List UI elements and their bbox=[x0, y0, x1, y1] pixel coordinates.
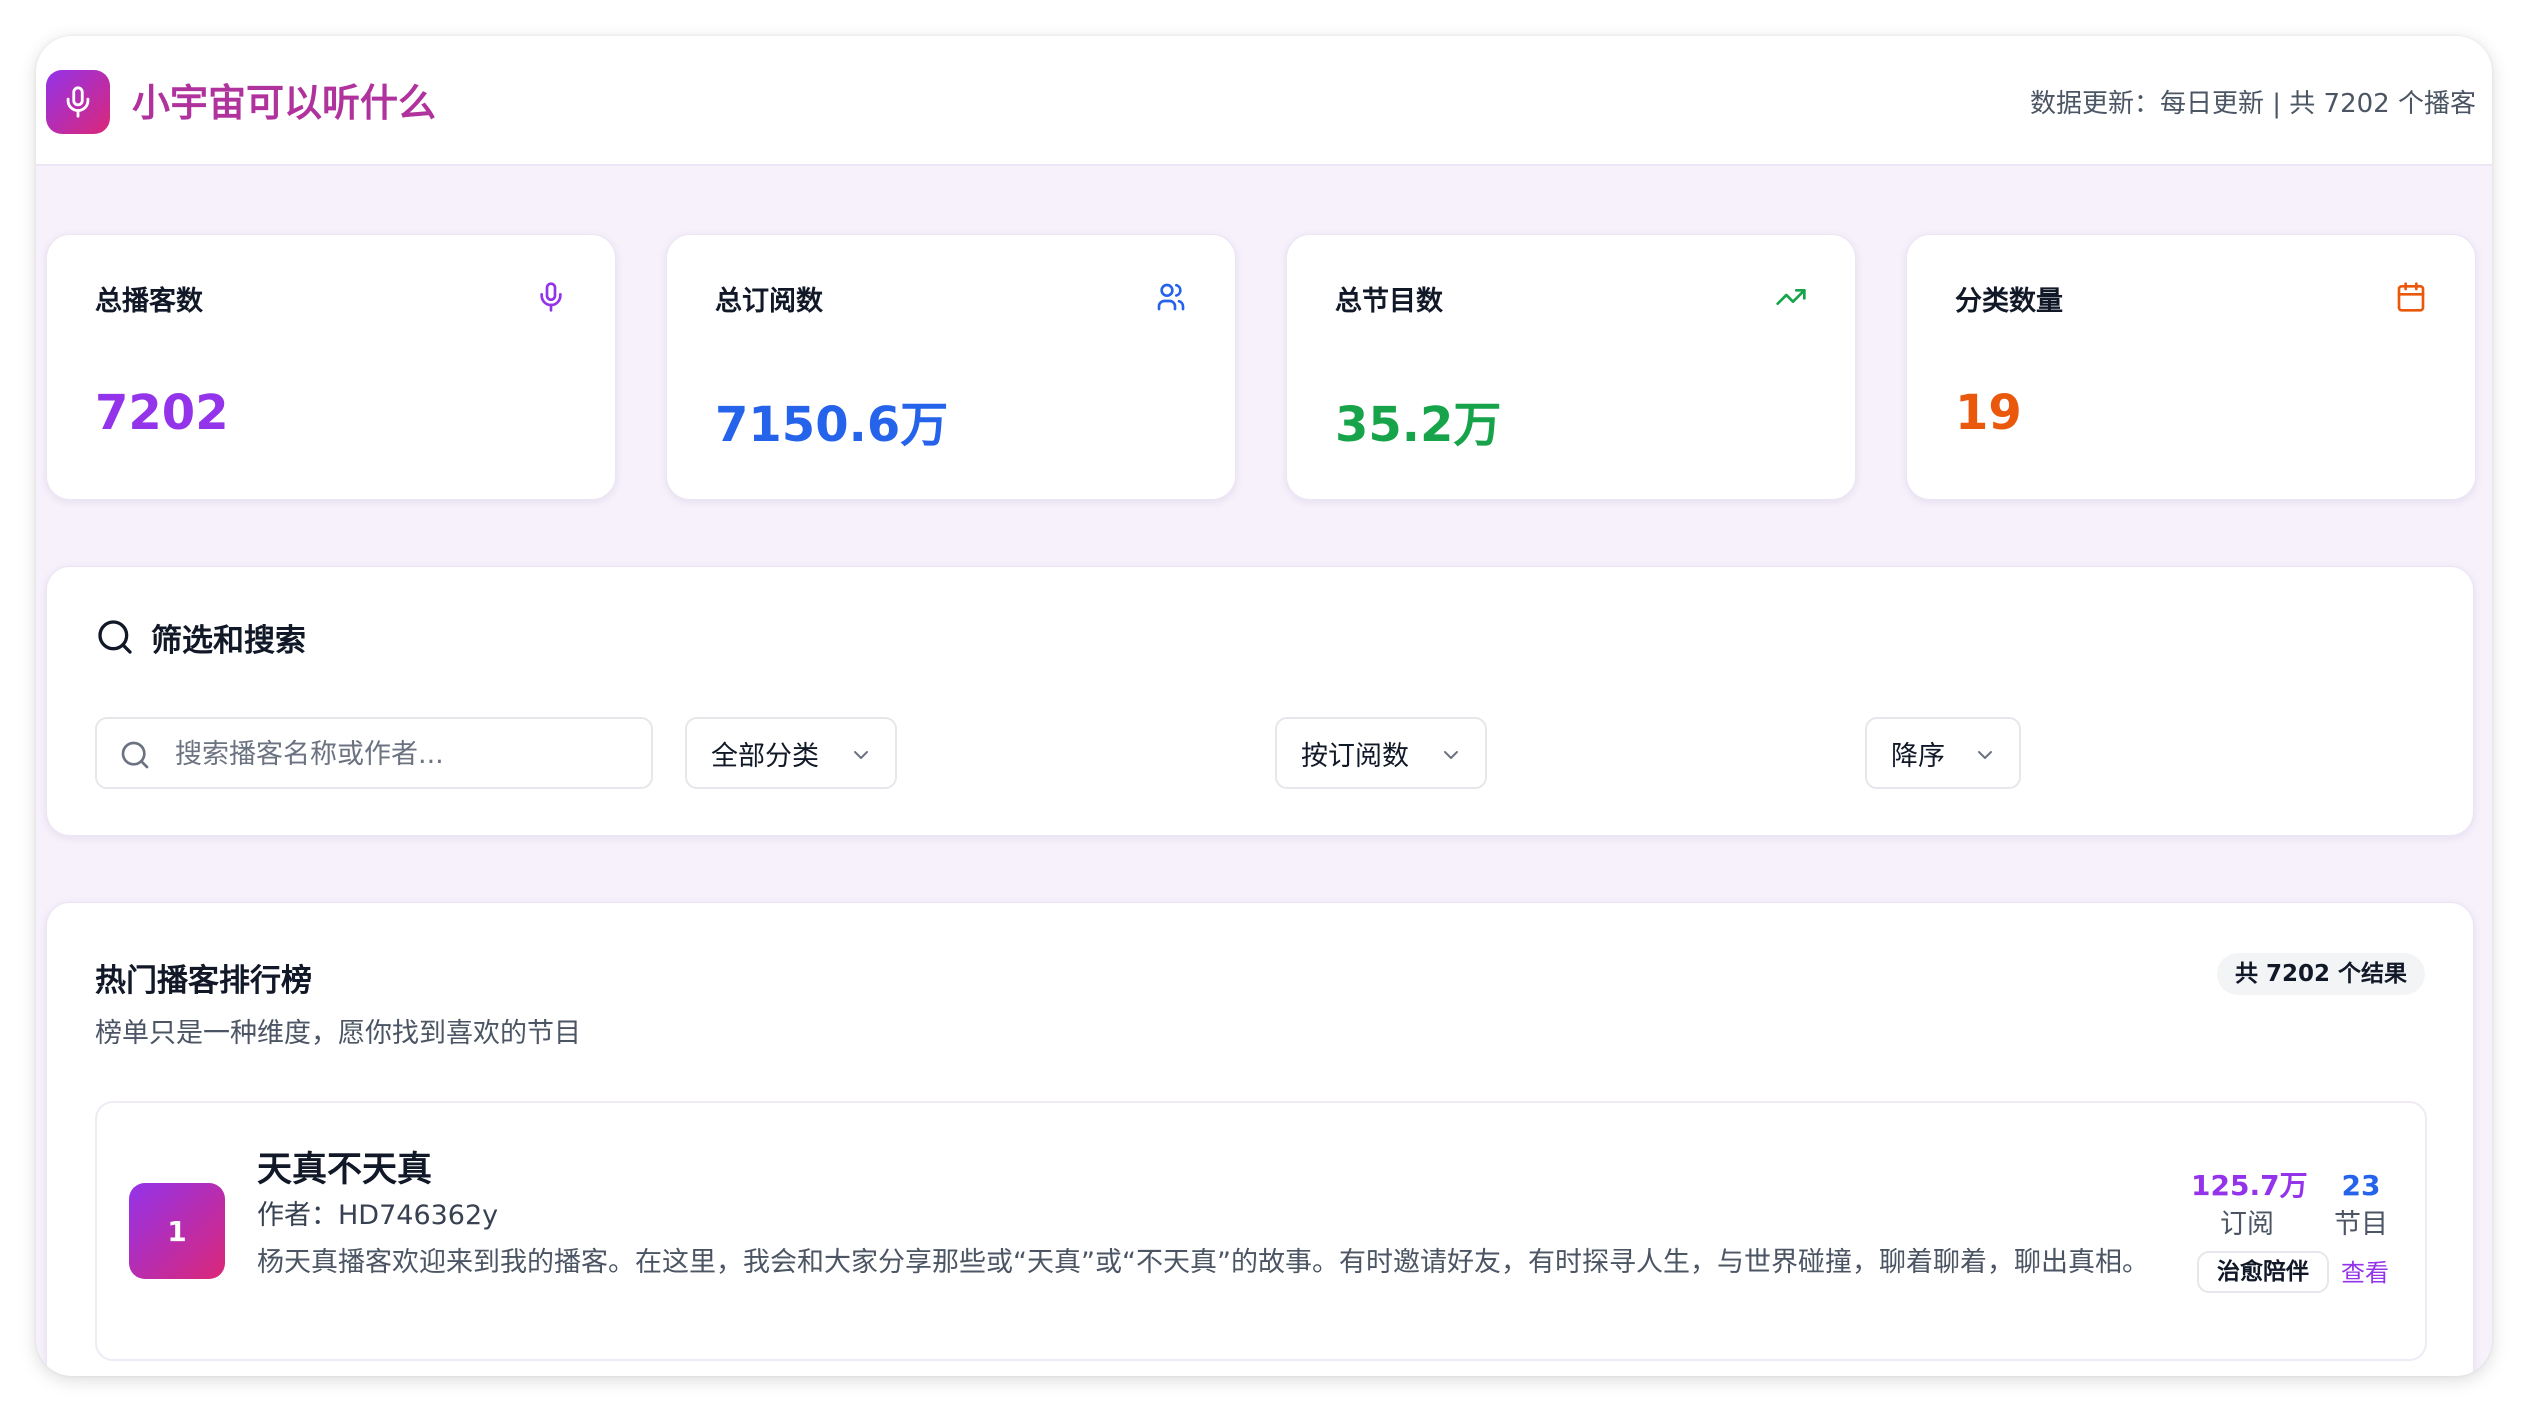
subscriber-stat: 125.7万 订阅 bbox=[2191, 1167, 2308, 1245]
episode-stat: 23 节目 bbox=[2325, 1167, 2397, 1245]
search-icon bbox=[121, 741, 149, 769]
stat-label: 总播客数 bbox=[95, 286, 203, 317]
chevron-down-icon bbox=[854, 751, 868, 759]
stat-card-categories: 分类数量 19 bbox=[1906, 234, 2476, 500]
filter-card: 筛选和搜索 全部分类 按订阅数 降序 bbox=[46, 566, 2474, 836]
app-logo bbox=[46, 70, 110, 134]
category-select[interactable]: 全部分类 bbox=[685, 717, 897, 789]
ranking-subtitle: 榜单只是一种维度，愿你找到喜欢的节目 bbox=[95, 1018, 581, 1049]
category-select-value: 全部分类 bbox=[711, 740, 819, 772]
ranking-card: 热门播客排行榜 榜单只是一种维度，愿你找到喜欢的节目 共 7202 个结果 1 … bbox=[46, 902, 2474, 1376]
app-header: 小宇宙可以听什么 数据更新：每日更新 | 共 7202 个播客 bbox=[36, 36, 2492, 166]
app-title: 小宇宙可以听什么 bbox=[132, 81, 437, 125]
app-window: 小宇宙可以听什么 数据更新：每日更新 | 共 7202 个播客 总播客数 720… bbox=[36, 36, 2492, 1376]
trending-up-icon bbox=[1776, 289, 1806, 305]
stat-card-subscriptions: 总订阅数 7150.6万 bbox=[666, 234, 1236, 500]
rank-number: 1 bbox=[129, 1183, 225, 1279]
stat-value: 35.2万 bbox=[1335, 397, 1502, 453]
users-icon bbox=[1157, 283, 1185, 311]
podcast-name[interactable]: 天真不天真 bbox=[257, 1141, 432, 1192]
sort-select[interactable]: 按订阅数 bbox=[1275, 717, 1487, 789]
stat-label: 总节目数 bbox=[1335, 286, 1443, 317]
search-input[interactable] bbox=[175, 731, 635, 777]
episode-label: 节目 bbox=[2334, 1209, 2388, 1240]
microphone-icon bbox=[66, 86, 90, 118]
search-box[interactable] bbox=[95, 717, 653, 789]
stat-label: 分类数量 bbox=[1955, 286, 2063, 317]
sort-select-value: 按订阅数 bbox=[1301, 740, 1409, 772]
podcast-list-item[interactable]: 1 天真不天真 作者：HD746362y 杨天真播客欢迎来到我的播客。在这里，我… bbox=[95, 1101, 2427, 1361]
subscriber-count: 125.7万 bbox=[2191, 1169, 2308, 1202]
order-select[interactable]: 降序 bbox=[1865, 717, 2021, 789]
result-count-badge: 共 7202 个结果 bbox=[2216, 953, 2425, 995]
update-info: 数据更新：每日更新 | 共 7202 个播客 bbox=[2030, 89, 2476, 119]
microphone-icon bbox=[540, 282, 562, 312]
calendar-icon bbox=[2397, 282, 2425, 312]
ranking-title: 热门播客排行榜 bbox=[95, 963, 312, 999]
stat-card-episodes: 总节目数 35.2万 bbox=[1286, 234, 1856, 500]
stat-card-podcasts: 总播客数 7202 bbox=[46, 234, 616, 500]
stat-label: 总订阅数 bbox=[715, 286, 823, 317]
stat-value: 7202 bbox=[95, 385, 229, 441]
podcast-author: 作者：HD746362y bbox=[257, 1200, 499, 1231]
search-icon bbox=[98, 620, 132, 654]
view-link[interactable]: 查看 bbox=[2341, 1255, 2389, 1291]
stat-value: 7150.6万 bbox=[715, 397, 949, 453]
chevron-down-icon bbox=[1978, 751, 1992, 759]
chevron-down-icon bbox=[1444, 751, 1458, 759]
category-tag: 治愈陪伴 bbox=[2197, 1251, 2329, 1293]
subscriber-label: 订阅 bbox=[2220, 1209, 2274, 1240]
order-select-value: 降序 bbox=[1891, 740, 1945, 772]
stat-value: 19 bbox=[1955, 385, 2022, 441]
filter-title: 筛选和搜索 bbox=[151, 623, 306, 659]
episode-count: 23 bbox=[2341, 1169, 2381, 1202]
podcast-description: 杨天真播客欢迎来到我的播客。在这里，我会和大家分享那些或“天真”或“不天真”的故… bbox=[257, 1247, 2149, 1278]
